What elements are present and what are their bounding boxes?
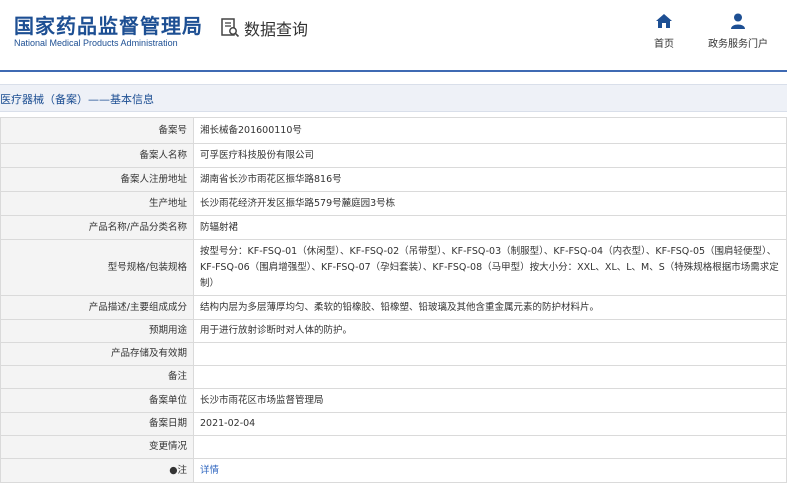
table-row: 产品存储及有效期: [0, 342, 787, 366]
row-value: 按型号分：KF-FSQ-01（休闲型）、KF-FSQ-02（吊带型）、KF-FS…: [193, 239, 787, 296]
nav-gov-portal[interactable]: 政务服务门户: [708, 12, 768, 50]
data-query-icon: [221, 18, 240, 38]
home-icon: [656, 14, 672, 28]
table-row: 备案号 湘长械备201600110号: [0, 117, 787, 144]
row-label: 备注: [0, 365, 194, 389]
row-label: 产品描述/主要组成成分: [0, 295, 194, 320]
row-value: 用于进行放射诊断时对人体的防护。: [193, 319, 787, 343]
detail-link[interactable]: 详情: [200, 465, 219, 476]
table-row: 备案日期 2021-02-04: [0, 412, 787, 436]
data-query-heading: 数据查询: [220, 16, 308, 40]
row-value: 2021-02-04: [193, 412, 787, 436]
row-value: 结构内层为多层薄厚均匀、柔软的铅橡胶、铅橡塑、铅玻璃及其他含重金属元素的防护材料…: [193, 295, 787, 320]
row-label: 备案单位: [0, 388, 194, 413]
row-label: 备案人注册地址: [0, 167, 194, 192]
row-label: 备案人名称: [0, 143, 194, 168]
data-query-label: 数据查询: [244, 20, 309, 39]
logo-subtitle: National Medical Products Administration: [14, 38, 178, 48]
row-label: 变更情况: [0, 435, 194, 459]
user-icon: [731, 13, 745, 29]
row-value: 湖南省长沙市雨花区振华路816号: [193, 167, 787, 192]
table-row: 生产地址 长沙雨花经济开发区振华路579号麓庭园3号栋: [0, 191, 787, 216]
table-row: 产品名称/产品分类名称 防辐射裙: [0, 215, 787, 240]
table-row: 型号规格/包装规格 按型号分：KF-FSQ-01（休闲型）、KF-FSQ-02（吊…: [0, 239, 787, 296]
record-table: 备案号 湘长械备201600110号 备案人名称 可孚医疗科技股份有限公司 备案人注…: [0, 117, 787, 483]
row-value: 长沙雨花经济开发区振华路579号麓庭园3号栋: [193, 191, 787, 216]
table-row: ●注 详情: [0, 458, 787, 483]
row-label: 产品名称/产品分类名称: [0, 215, 194, 240]
note-label: ●注: [0, 458, 194, 483]
breadcrumb-text: 医疗器械（备案）——基本信息: [0, 93, 154, 106]
header-divider: [0, 70, 787, 72]
row-value: 防辐射裙: [193, 215, 787, 240]
table-row: 备案人名称 可孚医疗科技股份有限公司: [0, 143, 787, 168]
nav-home[interactable]: 首页: [654, 12, 674, 50]
row-value: 湘长械备201600110号: [193, 117, 787, 144]
table-row: 备案人注册地址 湖南省长沙市雨花区振华路816号: [0, 167, 787, 192]
row-value: [193, 435, 787, 459]
nav-home-label: 首页: [654, 39, 674, 50]
table-row: 预期用途 用于进行放射诊断时对人体的防护。: [0, 319, 787, 343]
table-row: 备注: [0, 365, 787, 389]
breadcrumb: 医疗器械（备案）——基本信息: [0, 84, 787, 112]
row-value: 长沙市雨花区市场监督管理局: [193, 388, 787, 413]
row-label: 预期用途: [0, 319, 194, 343]
row-label: 生产地址: [0, 191, 194, 216]
site-header: 国家药品监督管理局 National Medical Products Admi…: [0, 0, 787, 70]
logo-title[interactable]: 国家药品监督管理局: [14, 10, 203, 39]
row-value: 可孚医疗科技股份有限公司: [193, 143, 787, 168]
table-row: 备案单位 长沙市雨花区市场监督管理局: [0, 388, 787, 413]
table-row: 产品描述/主要组成成分 结构内层为多层薄厚均匀、柔软的铅橡胶、铅橡塑、铅玻璃及其他…: [0, 295, 787, 320]
row-value: [193, 365, 787, 389]
row-label: 产品存储及有效期: [0, 342, 194, 366]
row-label: 备案号: [0, 117, 194, 144]
row-label: 型号规格/包装规格: [0, 239, 194, 296]
table-row: 变更情况: [0, 435, 787, 459]
row-label: 备案日期: [0, 412, 194, 436]
note-value: 详情: [193, 458, 787, 483]
row-value: [193, 342, 787, 366]
nav-gov-label: 政务服务门户: [708, 39, 768, 50]
